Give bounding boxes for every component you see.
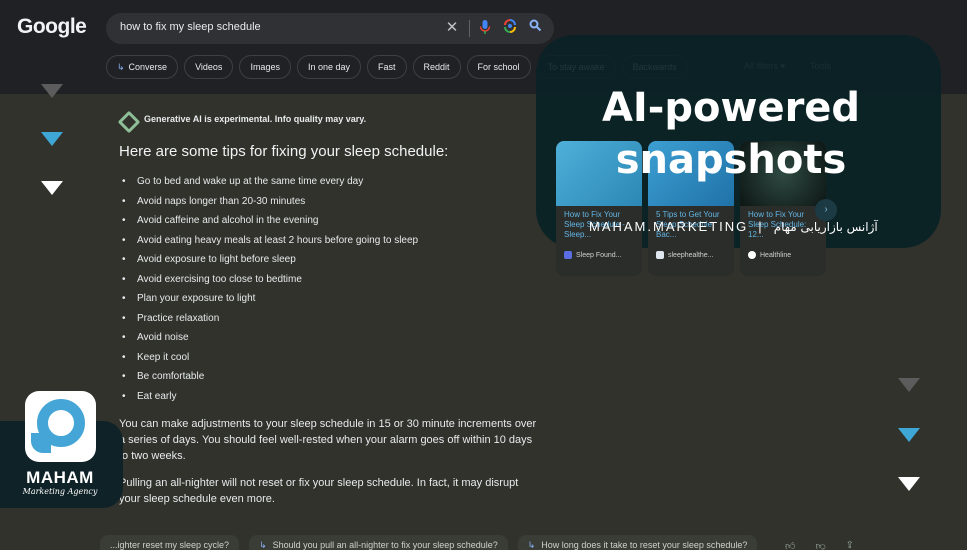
card-source: Sleep Found... <box>556 251 642 259</box>
thumbs-up-icon[interactable]: 👍︎ <box>785 540 795 550</box>
promo-title: AI-powered snapshots <box>601 85 861 183</box>
chip-fast[interactable]: Fast <box>367 55 407 79</box>
share-icon[interactable]: ⇪ <box>846 540 854 550</box>
list-item: Avoid exposure to light before sleep <box>122 252 418 272</box>
triangle-blue-icon <box>898 428 920 442</box>
list-item: Avoid caffeine and alcohol in the evenin… <box>122 213 418 233</box>
card-source: sleephealthe... <box>648 251 734 259</box>
search-divider <box>469 20 470 37</box>
feedback-icons: 👍︎ 👎︎ ⇪ <box>785 540 854 550</box>
triangle-white-icon <box>898 477 920 491</box>
followup-chip[interactable]: ↳ How long does it take to reset your sle… <box>517 535 758 550</box>
list-item: Avoid noise <box>122 330 418 350</box>
list-item: Be comfortable <box>122 369 418 389</box>
ai-answer-heading: Here are some tips for fixing your sleep… <box>119 143 449 160</box>
lens-icon[interactable] <box>501 19 519 37</box>
maham-logo-icon <box>25 391 96 462</box>
search-box[interactable]: how to fix my sleep schedule ✕ <box>106 13 554 44</box>
list-item: Avoid exercising too close to bedtime <box>122 272 418 292</box>
brand-line: MAHAM.MARKETING | آژانس بازاریابی مهام <box>589 219 878 234</box>
list-item: Avoid eating heavy meals at least 2 hour… <box>122 233 418 253</box>
mic-icon[interactable] <box>476 19 494 37</box>
triangle-white-icon <box>41 181 63 195</box>
favicon-icon <box>564 251 572 259</box>
chip-converse[interactable]: ↳ Converse <box>106 55 179 79</box>
brand-domain: MAHAM.MARKETING <box>589 219 749 234</box>
list-item: Keep it cool <box>122 350 418 370</box>
favicon-icon <box>656 251 664 259</box>
triangle-gray-icon <box>41 84 63 98</box>
brand-persian: آژانس بازاریابی مهام <box>773 219 878 234</box>
close-icon[interactable]: ✕ <box>443 19 461 37</box>
arrow-icon: ↳ <box>527 540 536 550</box>
maham-wordmark: MAHAM <box>26 468 94 487</box>
list-item: Eat early <box>122 389 418 409</box>
chevron-right-icon[interactable]: › <box>815 199 837 221</box>
search-input[interactable]: how to fix my sleep schedule <box>120 21 261 33</box>
triangle-gray-icon <box>898 378 920 392</box>
maham-tagline: Marketing Agency <box>22 487 98 496</box>
arrow-icon: ↳ <box>259 540 267 550</box>
list-item: Practice relaxation <box>122 311 418 331</box>
ai-experimental-notice: Generative AI is experimental. Info qual… <box>118 111 366 127</box>
brand-separator: | <box>758 219 764 234</box>
arrow-icon: ↳ <box>117 62 125 72</box>
list-item: Avoid naps longer than 20-30 minutes <box>122 194 418 214</box>
triangle-blue-icon <box>41 132 63 146</box>
chip-in-one-day[interactable]: In one day <box>296 55 361 79</box>
favicon-icon <box>748 251 756 259</box>
tips-list: Go to bed and wake up at the same time e… <box>122 174 418 408</box>
card-source: Healthline <box>740 251 826 259</box>
thumbs-down-icon[interactable]: 👎︎ <box>815 540 825 550</box>
chip-reddit[interactable]: Reddit <box>412 55 461 79</box>
followup-chip[interactable]: ...ighter reset my sleep cycle? <box>100 535 240 550</box>
search-icon[interactable] <box>526 19 544 37</box>
chip-for-school[interactable]: For school <box>466 55 531 79</box>
chip-videos[interactable]: Videos <box>184 55 234 79</box>
answer-paragraph: Pulling an all-nighter will not reset or… <box>119 477 519 505</box>
chip-images[interactable]: Images <box>239 55 291 79</box>
list-item: Plan your exposure to light <box>122 291 418 311</box>
followup-chip[interactable]: ↳ Should you pull an all-nighter to fix y… <box>249 535 508 550</box>
followup-questions: ...ighter reset my sleep cycle? ↳ Should … <box>100 535 758 550</box>
ai-sparkle-icon <box>118 111 134 127</box>
google-logo[interactable]: Google <box>17 15 87 39</box>
answer-paragraph: You can make adjustments to your sleep s… <box>119 418 537 462</box>
list-item: Go to bed and wake up at the same time e… <box>122 174 418 194</box>
